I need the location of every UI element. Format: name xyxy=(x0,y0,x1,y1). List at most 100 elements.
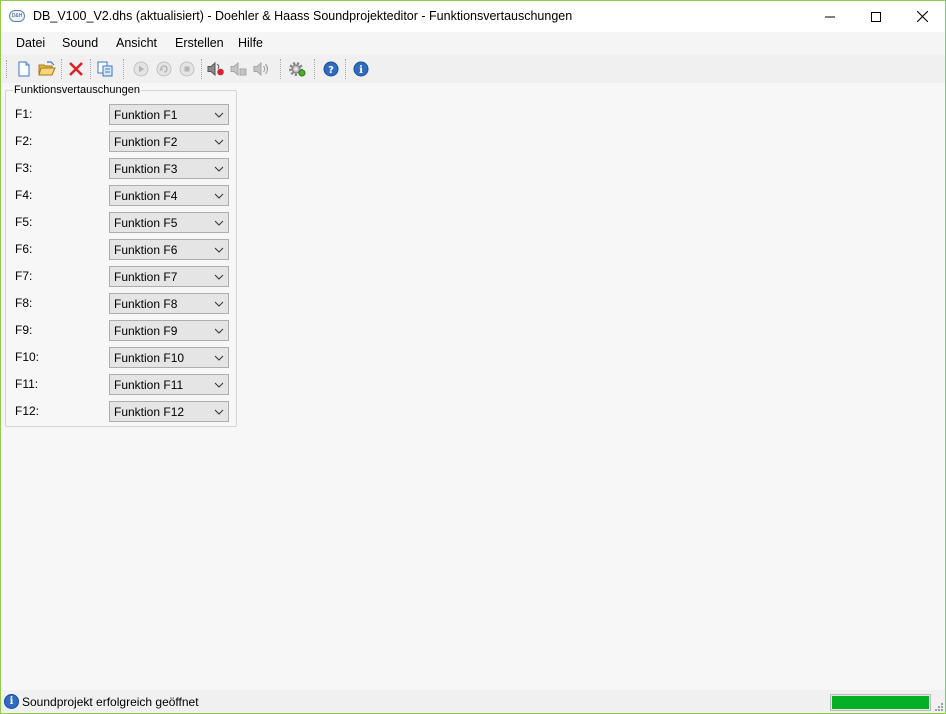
close-icon xyxy=(916,11,928,22)
title-bar[interactable]: D&H DB_V100_V2.dhs (aktualisiert) - Doeh… xyxy=(1,1,945,32)
info-icon: i xyxy=(353,61,369,77)
combo-f9[interactable]: Funktion F9 xyxy=(109,320,229,341)
toolbar-separator xyxy=(123,59,124,79)
speaker-icon xyxy=(253,61,269,77)
copy-button[interactable] xyxy=(95,59,115,79)
combo-value: Funktion F6 xyxy=(114,243,178,257)
combo-f7[interactable]: Funktion F7 xyxy=(109,266,229,287)
settings-button[interactable] xyxy=(287,59,307,79)
open-folder-icon xyxy=(38,61,56,76)
combo-f11[interactable]: Funktion F11 xyxy=(109,374,229,395)
chevron-down-icon xyxy=(214,247,224,253)
toolbar-separator xyxy=(90,59,91,79)
combo-value: Funktion F7 xyxy=(114,270,178,284)
label-f12: F12: xyxy=(15,404,40,418)
combo-value: Funktion F10 xyxy=(114,351,185,365)
settings-gear-icon xyxy=(289,62,306,77)
combo-f1[interactable]: Funktion F1 xyxy=(109,104,229,125)
close-button[interactable] xyxy=(899,1,945,32)
menu-sound[interactable]: Sound xyxy=(62,36,98,50)
function-mapping-group: Funktionsvertauschungen F1: Funktion F1 … xyxy=(5,84,237,427)
menu-bar: Datei Sound Ansicht Erstellen Hilfe xyxy=(1,32,945,54)
toolbar-separator xyxy=(314,59,315,79)
stop-icon xyxy=(179,61,195,77)
label-f5: F5: xyxy=(15,215,33,229)
combo-f12[interactable]: Funktion F12 xyxy=(109,401,229,422)
label-f3: F3: xyxy=(15,161,33,175)
window-title: DB_V100_V2.dhs (aktualisiert) - Doehler … xyxy=(33,9,573,23)
toolbar-separator xyxy=(345,59,346,79)
chevron-down-icon xyxy=(214,112,224,118)
copy-icon xyxy=(97,61,113,77)
maximize-button[interactable] xyxy=(853,1,899,32)
combo-value: Funktion F4 xyxy=(114,189,178,203)
toolbar-grip[interactable] xyxy=(6,60,8,78)
status-message: Soundprojekt erfolgreich geöffnet xyxy=(22,695,199,709)
combo-f3[interactable]: Funktion F3 xyxy=(109,158,229,179)
chevron-down-icon xyxy=(214,382,224,388)
chevron-down-icon xyxy=(214,139,224,145)
toolbar-separator xyxy=(61,59,62,79)
menu-ansicht[interactable]: Ansicht xyxy=(116,36,157,50)
label-f9: F9: xyxy=(15,323,33,337)
resize-grip-icon[interactable] xyxy=(933,701,943,711)
combo-value: Funktion F1 xyxy=(114,108,178,122)
help-button[interactable]: ? xyxy=(321,59,341,79)
maximize-icon xyxy=(871,11,881,22)
label-f1: F1: xyxy=(15,107,33,121)
content-area: Funktionsvertauschungen F1: Funktion F1 … xyxy=(1,83,945,690)
menu-erstellen[interactable]: Erstellen xyxy=(175,36,224,50)
combo-f4[interactable]: Funktion F4 xyxy=(109,185,229,206)
combo-value: Funktion F11 xyxy=(114,378,184,392)
speaker-record-button[interactable] xyxy=(206,59,226,79)
menu-datei[interactable]: Datei xyxy=(16,36,45,50)
menu-hilfe[interactable]: Hilfe xyxy=(238,36,263,50)
label-f6: F6: xyxy=(15,242,33,256)
label-f8: F8: xyxy=(15,296,33,310)
delete-button[interactable] xyxy=(66,59,86,79)
info-button[interactable]: i xyxy=(351,59,371,79)
app-window: D&H DB_V100_V2.dhs (aktualisiert) - Doeh… xyxy=(0,0,946,714)
combo-value: Funktion F9 xyxy=(114,324,178,338)
combo-value: Funktion F12 xyxy=(114,405,185,419)
stop-button[interactable] xyxy=(177,59,197,79)
new-button[interactable] xyxy=(14,59,34,79)
chevron-down-icon xyxy=(214,301,224,307)
new-icon xyxy=(18,61,30,77)
combo-value: Funktion F5 xyxy=(114,216,178,230)
play-button[interactable] xyxy=(131,59,151,79)
toolbar-separator xyxy=(280,59,281,79)
info-icon: i xyxy=(4,694,19,709)
chevron-down-icon xyxy=(214,355,224,361)
progress-fill xyxy=(832,696,929,709)
chevron-down-icon xyxy=(214,274,224,280)
label-f7: F7: xyxy=(15,269,33,283)
minimize-icon xyxy=(825,16,835,17)
combo-value: Funktion F2 xyxy=(114,135,178,149)
chevron-down-icon xyxy=(214,409,224,415)
speaker-mute-icon xyxy=(230,61,247,77)
progress-bar xyxy=(830,694,931,711)
combo-f10[interactable]: Funktion F10 xyxy=(109,347,229,368)
speaker-mute-button[interactable] xyxy=(229,59,249,79)
combo-f2[interactable]: Funktion F2 xyxy=(109,131,229,152)
delete-icon xyxy=(69,62,83,76)
label-f2: F2: xyxy=(15,134,33,148)
status-bar: i Soundprojekt erfolgreich geöffnet xyxy=(1,691,945,713)
open-button[interactable] xyxy=(37,59,57,79)
loop-button[interactable] xyxy=(154,59,174,79)
label-f10: F10: xyxy=(15,350,40,364)
toolbar-separator xyxy=(201,59,202,79)
minimize-button[interactable] xyxy=(807,1,853,32)
speaker-button[interactable] xyxy=(252,59,272,79)
group-title: Funktionsvertauschungen xyxy=(13,84,141,96)
speaker-record-icon xyxy=(207,61,224,77)
chevron-down-icon xyxy=(214,220,224,226)
toolbar: ? i xyxy=(1,55,945,82)
combo-value: Funktion F8 xyxy=(114,297,178,311)
combo-f6[interactable]: Funktion F6 xyxy=(109,239,229,260)
combo-f5[interactable]: Funktion F5 xyxy=(109,212,229,233)
help-icon: ? xyxy=(323,61,339,77)
combo-f8[interactable]: Funktion F8 xyxy=(109,293,229,314)
play-icon xyxy=(133,61,149,77)
